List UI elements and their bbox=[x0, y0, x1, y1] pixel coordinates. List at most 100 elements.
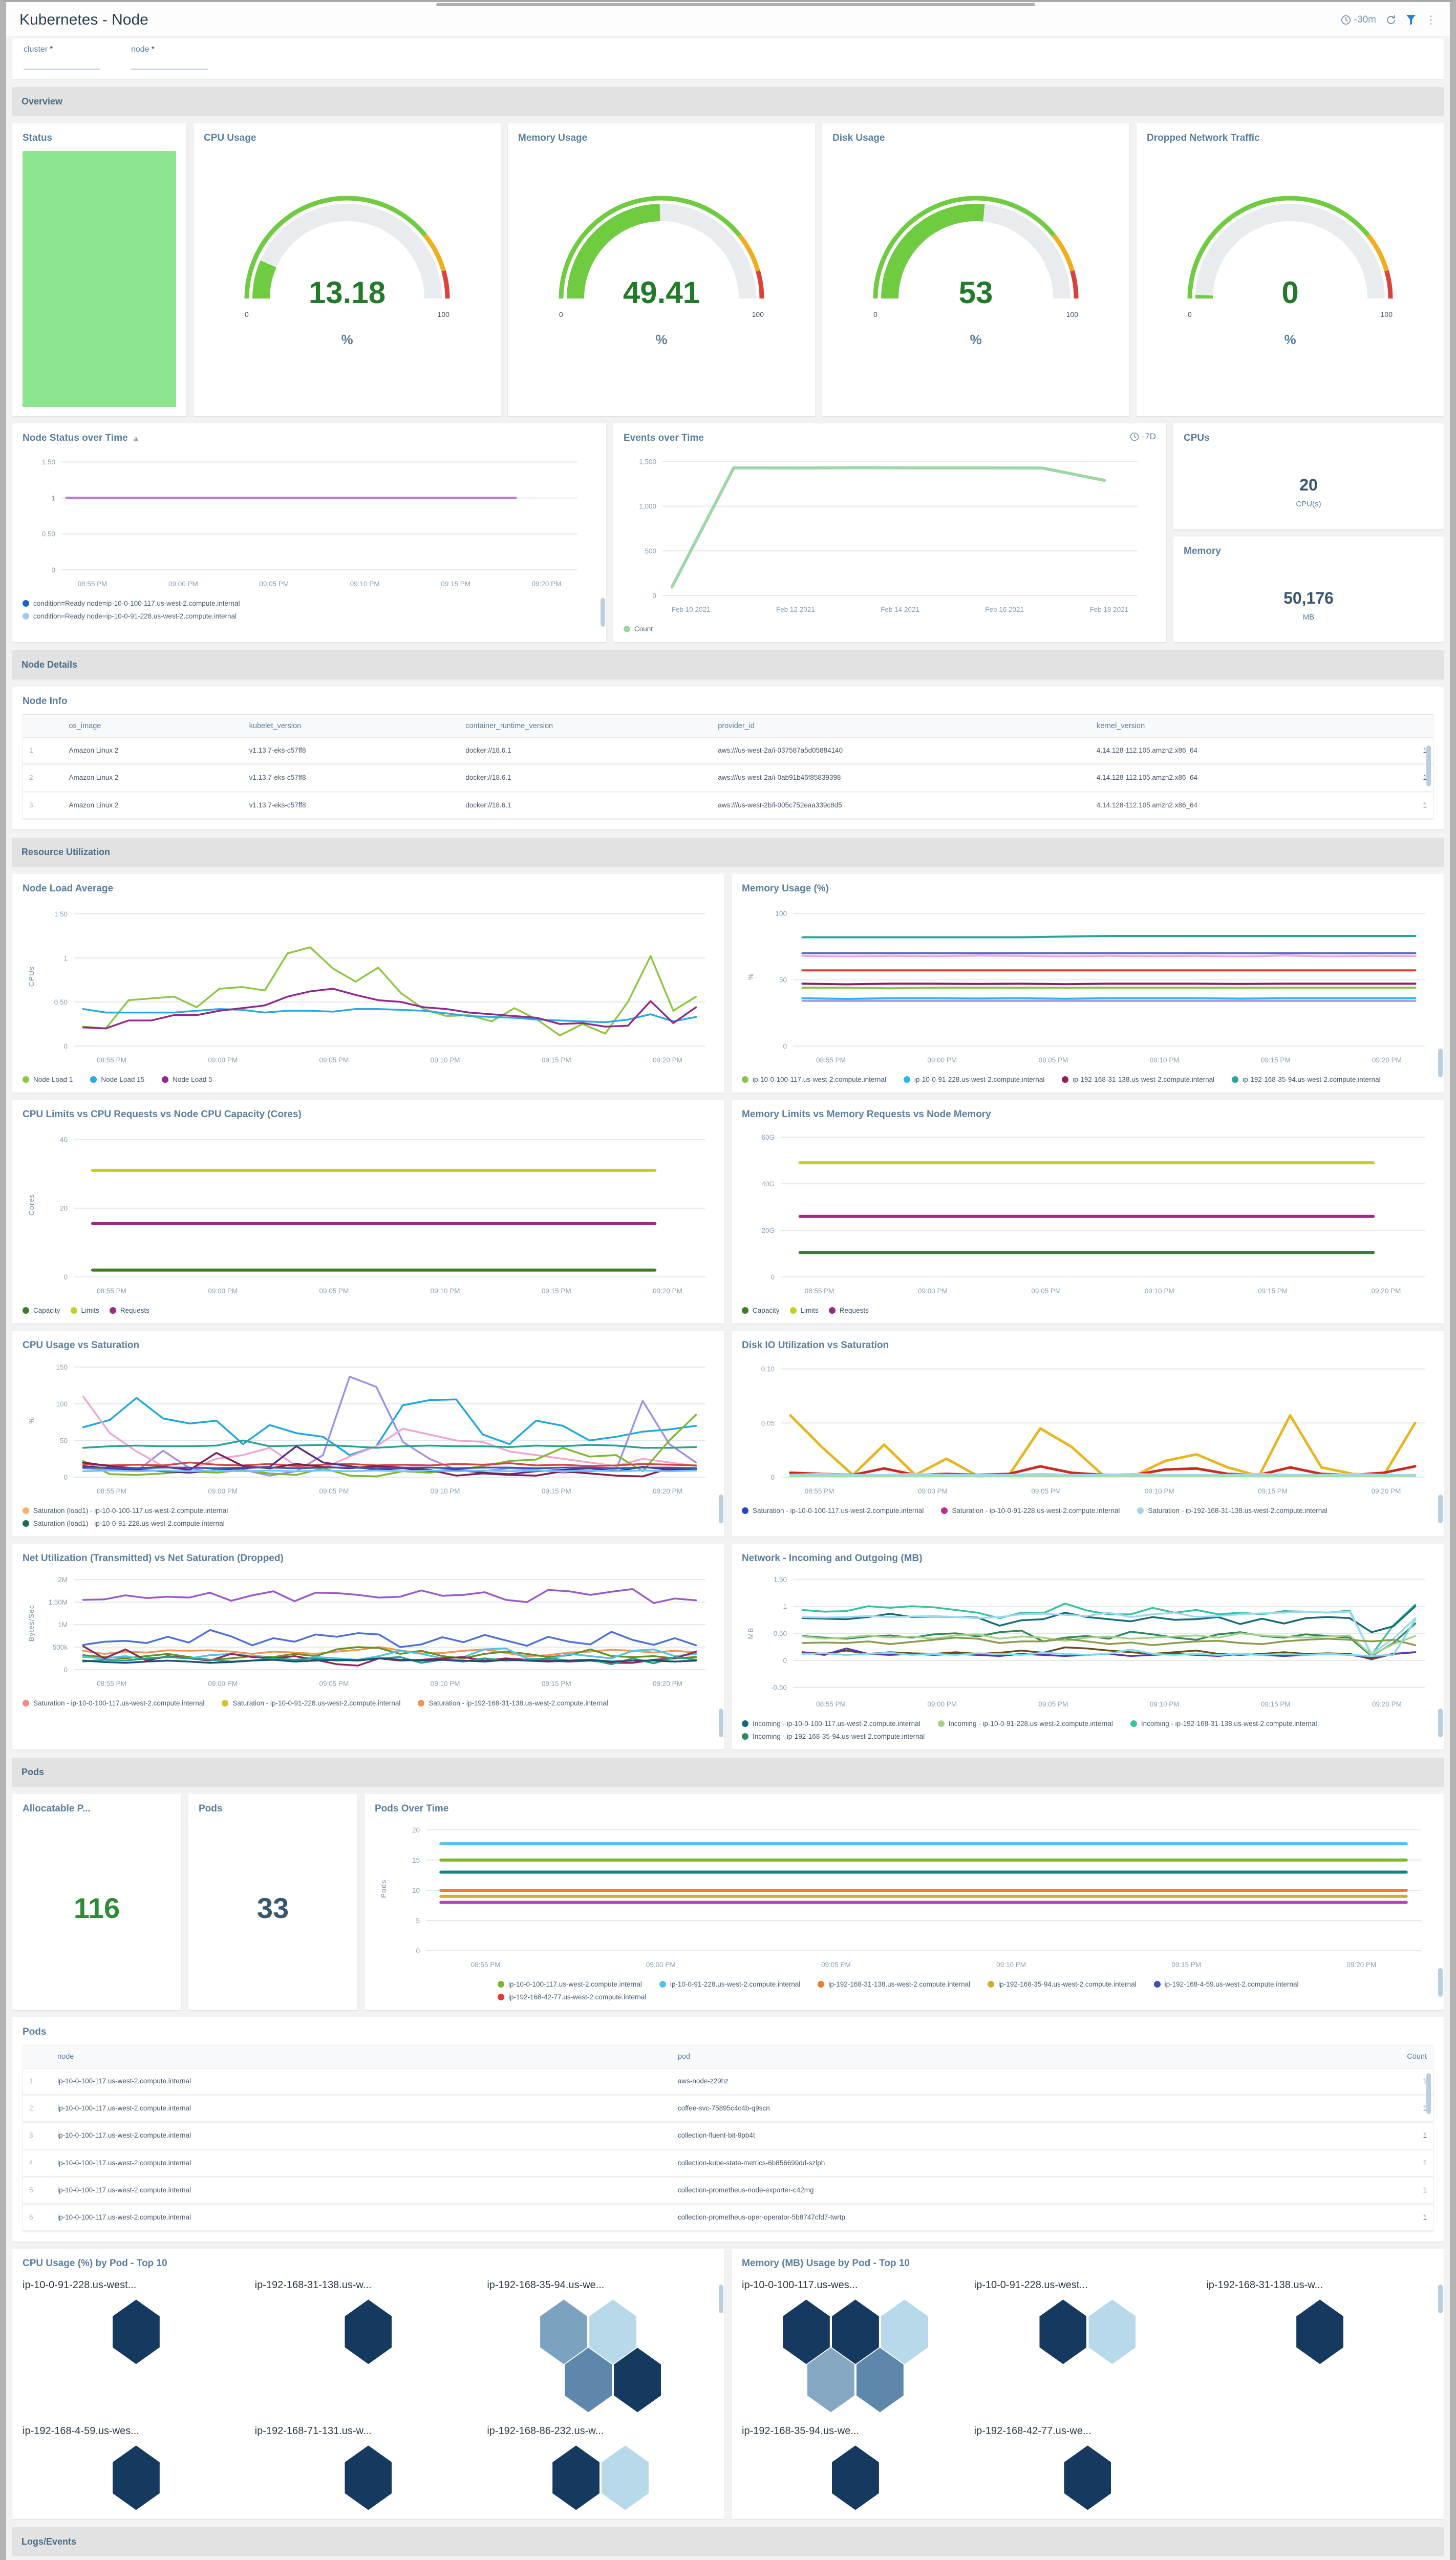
pod-hexagon[interactable] bbox=[1088, 2299, 1136, 2364]
cpu-saturation-chart[interactable]: 05010015008:55 PM09:00 PM09:05 PM09:10 P… bbox=[23, 1356, 714, 1500]
legend-item[interactable]: Requests bbox=[829, 1307, 869, 1314]
table-cell: 4.14.128-112.105.amzn2.x86_64 bbox=[1090, 738, 1388, 764]
pod-hexagon[interactable] bbox=[1039, 2299, 1086, 2364]
refresh-icon[interactable] bbox=[1385, 14, 1397, 26]
legend-scrollbar[interactable] bbox=[1438, 1968, 1443, 1997]
pod-hexagon[interactable] bbox=[345, 2445, 392, 2510]
legend-item[interactable]: Capacity bbox=[23, 1307, 60, 1314]
legend-item[interactable]: Incoming - ip-192-168-31-138.us-west-2.c… bbox=[1130, 1720, 1317, 1727]
time-range-control[interactable]: -30m bbox=[1341, 14, 1376, 26]
legend-item[interactable]: ip-192-168-31-138.us-west-2.compute.inte… bbox=[1062, 1076, 1214, 1083]
legend-item[interactable]: Count bbox=[624, 625, 653, 633]
legend-item[interactable]: ip-10-0-100-117.us-west-2.compute.intern… bbox=[498, 1980, 642, 1988]
cpu-limits-chart[interactable]: 0204008:55 PM09:00 PM09:05 PM09:10 PM09:… bbox=[23, 1125, 714, 1299]
column-header[interactable] bbox=[1388, 715, 1433, 738]
pod-hexagon[interactable] bbox=[552, 2445, 599, 2510]
status-health-block[interactable] bbox=[23, 151, 176, 407]
legend-item[interactable]: condition=Ready node=ip-10-0-91-228.us-w… bbox=[23, 612, 237, 620]
legend-item[interactable]: ip-192-168-4-59.us-west-2.compute.intern… bbox=[1154, 1980, 1299, 1988]
legend-item[interactable]: Limits bbox=[790, 1307, 819, 1314]
legend-item[interactable]: ip-192-168-35-94.us-west-2.compute.inter… bbox=[1232, 1076, 1380, 1083]
column-header[interactable]: provider_id bbox=[712, 715, 1090, 738]
table-row[interactable]: 6ip-10-0-100-117.us-west-2.compute.inter… bbox=[23, 2204, 1433, 2231]
legend-scrollbar[interactable] bbox=[601, 598, 605, 627]
node-status-chart[interactable]: 00.5011.5008:55 PM09:00 PM09:05 PM09:10 … bbox=[23, 449, 586, 592]
column-header[interactable]: container_runtime_version bbox=[459, 715, 712, 738]
table-row[interactable]: 4ip-10-0-100-117.us-west-2.compute.inter… bbox=[23, 2149, 1433, 2177]
dropped-gauge-panel: Dropped Network Traffic 0 0100 % bbox=[1137, 123, 1444, 416]
svg-text:09:00 PM: 09:00 PM bbox=[927, 1700, 957, 1708]
warning-icon[interactable]: ▲! bbox=[132, 434, 142, 443]
table-row[interactable]: 1Amazon Linux 2v1.13.7-eks-c57ff8docker:… bbox=[23, 738, 1433, 764]
legend-swatch-icon bbox=[71, 1307, 77, 1314]
table-row[interactable]: 1ip-10-0-100-117.us-west-2.compute.inter… bbox=[23, 2068, 1433, 2095]
legend-item[interactable]: Node Load 15 bbox=[90, 1076, 144, 1083]
memory-usage-chart[interactable]: 05010008:55 PM09:00 PM09:05 PM09:10 PM09… bbox=[742, 900, 1433, 1069]
legend-item[interactable]: Limits bbox=[71, 1307, 99, 1314]
kebab-menu-icon[interactable]: ⋮ bbox=[1425, 13, 1437, 27]
section-title: Resource Utilization bbox=[22, 847, 110, 857]
legend-item[interactable]: Capacity bbox=[742, 1307, 780, 1314]
legend-item[interactable]: Incoming - ip-10-0-91-228.us-west-2.comp… bbox=[938, 1720, 1113, 1727]
legend-item[interactable]: Requests bbox=[110, 1307, 149, 1314]
legend-item[interactable]: ip-192-168-31-138.us-west-2.compute.inte… bbox=[818, 1980, 970, 1988]
legend-item[interactable]: Node Load 1 bbox=[23, 1076, 73, 1083]
legend-item[interactable]: ip-192-168-35-94.us-west-2.compute.inter… bbox=[988, 1980, 1136, 1988]
disk-io-chart[interactable]: 00.050.1008:55 PM09:00 PM09:05 PM09:10 P… bbox=[742, 1356, 1433, 1500]
legend-item[interactable]: Incoming - ip-192-168-35-94.us-west-2.co… bbox=[742, 1733, 925, 1740]
net-utilization-chart[interactable]: 0500k1M1.50M2M08:55 PM09:00 PM09:05 PM09… bbox=[23, 1569, 714, 1692]
legend-scrollbar[interactable] bbox=[1438, 1495, 1443, 1523]
table-row[interactable]: 3ip-10-0-100-117.us-west-2.compute.inter… bbox=[23, 2122, 1433, 2149]
pod-hexagon[interactable] bbox=[602, 2445, 649, 2510]
legend-item[interactable]: ip-10-0-91-228.us-west-2.compute.interna… bbox=[659, 1980, 800, 1988]
column-header[interactable]: Count bbox=[1320, 2045, 1433, 2068]
column-header[interactable]: kubelet_version bbox=[243, 715, 460, 738]
legend-item[interactable]: Node Load 5 bbox=[162, 1076, 212, 1083]
column-header[interactable]: kernel_version bbox=[1090, 715, 1388, 738]
table-row[interactable]: 2Amazon Linux 2v1.13.7-eks-c57ff8docker:… bbox=[23, 764, 1433, 792]
pod-hexagon[interactable] bbox=[345, 2299, 392, 2364]
panel-scrollbar[interactable] bbox=[1438, 2285, 1443, 2313]
node-input[interactable] bbox=[131, 57, 208, 70]
pod-hexagon[interactable] bbox=[113, 2299, 160, 2364]
pod-hexagon[interactable] bbox=[113, 2445, 160, 2510]
table-scrollbar[interactable] bbox=[1426, 745, 1431, 786]
legend-scrollbar[interactable] bbox=[1438, 1049, 1443, 1077]
cluster-input[interactable] bbox=[24, 57, 100, 70]
legend-item[interactable]: Saturation - ip-10-0-91-228.us-west-2.co… bbox=[941, 1507, 1120, 1514]
network-mb-chart[interactable]: -0.5000.5011.5008:55 PM09:00 PM09:05 PM0… bbox=[742, 1569, 1433, 1713]
legend-item[interactable]: Saturation - ip-10-0-91-228.us-west-2.co… bbox=[222, 1699, 400, 1707]
legend-item[interactable]: Saturation (load1) - ip-10-0-91-228.us-w… bbox=[23, 1520, 225, 1527]
legend-item[interactable]: Saturation - ip-192-168-31-138.us-west-2… bbox=[418, 1699, 608, 1707]
filter-icon[interactable] bbox=[1406, 14, 1416, 26]
node-load-chart[interactable]: 00.5011.5008:55 PM09:00 PM09:05 PM09:10 … bbox=[23, 900, 714, 1069]
legend-item[interactable]: Incoming - ip-10-0-100-117.us-west-2.com… bbox=[742, 1720, 920, 1727]
table-row[interactable]: 3Amazon Linux 2v1.13.7-eks-c57ff8docker:… bbox=[23, 792, 1433, 819]
legend-item[interactable]: ip-10-0-91-228.us-west-2.compute.interna… bbox=[904, 1076, 1044, 1083]
legend-item[interactable]: Saturation - ip-192-168-31-138.us-west-2… bbox=[1137, 1507, 1327, 1514]
pods-over-time-chart[interactable]: 0510152008:55 PM09:00 PM09:05 PM09:10 PM… bbox=[375, 1820, 1429, 1973]
pod-hexagon[interactable] bbox=[1296, 2299, 1343, 2364]
panel-time-badge[interactable]: -7D bbox=[1130, 432, 1156, 442]
pod-hexagon[interactable] bbox=[1064, 2445, 1111, 2510]
legend-item[interactable]: ip-192-168-42-77.us-west-2.compute.inter… bbox=[498, 1993, 646, 2001]
legend-item[interactable]: ip-10-0-100-117.us-west-2.compute.intern… bbox=[742, 1076, 886, 1083]
legend-item[interactable]: Saturation (load1) - ip-10-0-100-117.us-… bbox=[23, 1507, 228, 1514]
column-header[interactable]: pod bbox=[672, 2045, 1320, 2068]
legend-item[interactable]: condition=Ready node=ip-10-0-100-117.us-… bbox=[23, 600, 240, 607]
table-row[interactable]: 2ip-10-0-100-117.us-west-2.compute.inter… bbox=[23, 2095, 1433, 2122]
panel-scrollbar[interactable] bbox=[719, 2285, 723, 2313]
pod-hexagon[interactable] bbox=[832, 2445, 879, 2510]
legend-scrollbar[interactable] bbox=[719, 1709, 723, 1737]
legend-scrollbar[interactable] bbox=[719, 1495, 723, 1523]
column-header[interactable]: os_image bbox=[62, 715, 243, 738]
memory-limits-chart[interactable]: 020G40G60G08:55 PM09:00 PM09:05 PM09:10 … bbox=[742, 1125, 1433, 1299]
legend-item[interactable]: Saturation - ip-10-0-100-117.us-west-2.c… bbox=[742, 1507, 924, 1514]
legend-item[interactable]: Saturation - ip-10-0-100-117.us-west-2.c… bbox=[23, 1699, 204, 1707]
svg-text:0.10: 0.10 bbox=[761, 1365, 775, 1373]
column-header[interactable]: node bbox=[51, 2045, 672, 2068]
legend-scrollbar[interactable] bbox=[1438, 1709, 1443, 1737]
table-scrollbar[interactable] bbox=[1426, 2073, 1431, 2114]
events-chart[interactable]: 05001,0001,500Feb 10 2021Feb 12 2021Feb … bbox=[624, 449, 1146, 618]
table-row[interactable]: 5ip-10-0-100-117.us-west-2.compute.inter… bbox=[23, 2177, 1433, 2204]
